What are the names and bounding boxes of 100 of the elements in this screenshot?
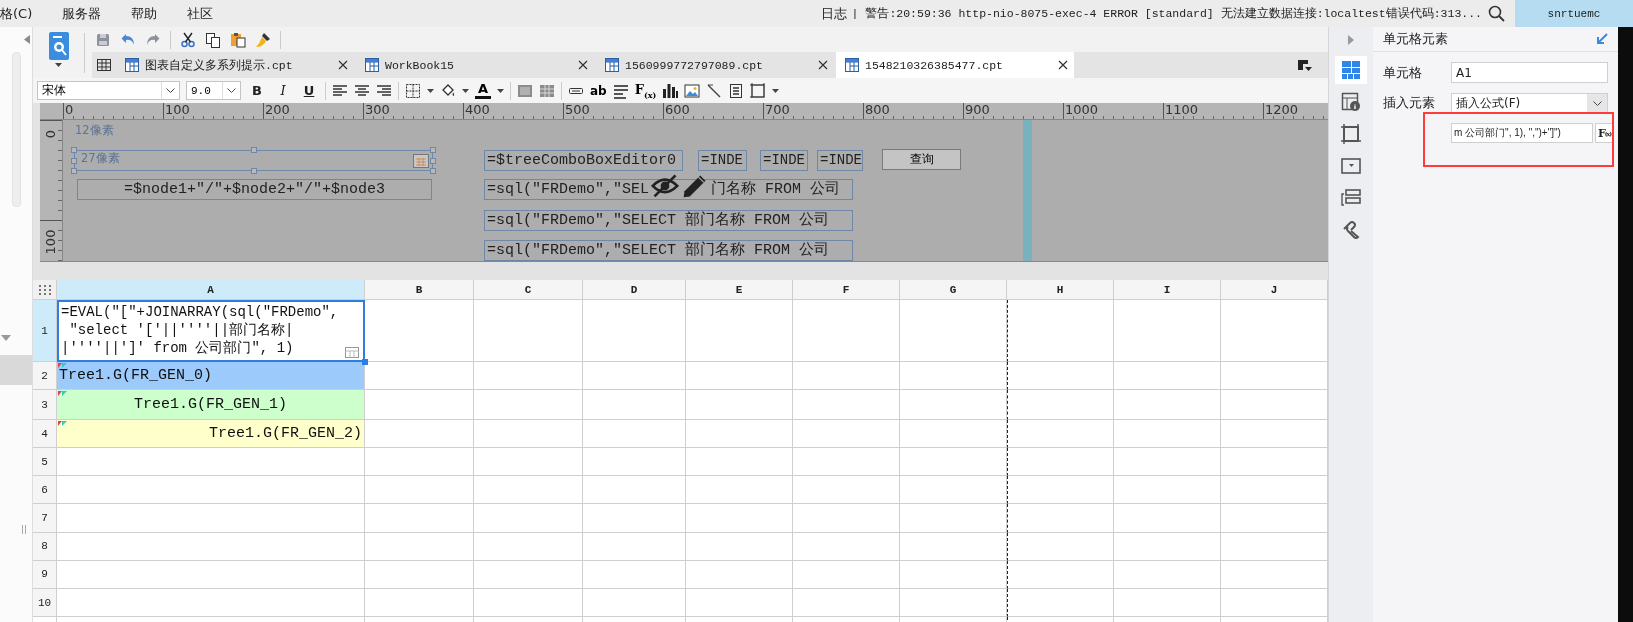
table-cell[interactable]: [1114, 588, 1221, 618]
close-icon[interactable]: [338, 60, 348, 70]
drag-grip-icon[interactable]: [22, 525, 26, 534]
font-size-dropdown[interactable]: 9.0: [186, 81, 241, 100]
table-cell[interactable]: [1007, 300, 1114, 362]
format-painter-icon[interactable]: [255, 31, 271, 48]
table-cell[interactable]: [583, 504, 686, 533]
table-cell[interactable]: [900, 504, 1007, 533]
tab-list-icon[interactable]: [1296, 57, 1312, 73]
table-cell[interactable]: [583, 300, 686, 362]
user-name[interactable]: snrtuemc: [1515, 0, 1633, 27]
query-button[interactable]: 查询: [882, 149, 961, 170]
table-cell[interactable]: [1114, 390, 1221, 420]
table-cell[interactable]: [900, 588, 1007, 618]
table-cell[interactable]: [900, 532, 1007, 561]
table-cell[interactable]: [1007, 390, 1114, 420]
table-cell[interactable]: [1114, 420, 1221, 448]
table-cell[interactable]: [474, 390, 583, 420]
table-cell[interactable]: Tree1.G(FR_GEN_2): [57, 420, 365, 448]
table-cell[interactable]: [1007, 362, 1114, 390]
column-header[interactable]: I: [1114, 280, 1221, 300]
panel-tab[interactable]: [1335, 56, 1367, 84]
align-center-icon[interactable]: [354, 82, 370, 99]
table-cell[interactable]: [583, 448, 686, 477]
apply-arrow-icon[interactable]: [1596, 33, 1608, 45]
table-cell[interactable]: [793, 476, 900, 505]
formula-widget[interactable]: =INDE: [760, 150, 808, 171]
caret-icon[interactable]: [772, 88, 780, 93]
table-cell[interactable]: [583, 532, 686, 561]
log-label[interactable]: 日志: [820, 4, 847, 23]
table-cell[interactable]: [365, 300, 474, 362]
row-header[interactable]: 9: [33, 560, 57, 589]
table-cell[interactable]: [365, 448, 474, 477]
table-cell[interactable]: Tree1.G(FR_GEN_0): [57, 362, 365, 390]
selection-handle[interactable]: [250, 168, 257, 174]
save-icon[interactable]: [95, 31, 111, 48]
bold-button[interactable]: B: [247, 81, 267, 100]
chevron-icon[interactable]: [1592, 100, 1602, 106]
table-cell[interactable]: [1114, 560, 1221, 589]
search-icon[interactable]: [1488, 5, 1505, 22]
table-cell[interactable]: [686, 362, 793, 390]
table-cell[interactable]: Tree1.G(FR_GEN_1): [57, 390, 365, 420]
chevron-icon[interactable]: [166, 88, 175, 93]
text-button[interactable]: ab: [590, 83, 607, 98]
selection-handle[interactable]: [250, 147, 257, 153]
table-cell[interactable]: [583, 390, 686, 420]
table-cell[interactable]: [686, 560, 793, 589]
table-cell[interactable]: [793, 390, 900, 420]
merge-cells-icon[interactable]: [517, 82, 533, 99]
table-cell[interactable]: [1007, 420, 1114, 448]
table-cell[interactable]: [57, 532, 365, 561]
table-cell[interactable]: [57, 560, 365, 589]
column-header[interactable]: J: [1221, 280, 1328, 300]
file-tab[interactable]: 1560999772797089.cpt: [596, 52, 834, 78]
formula-button[interactable]: F$_{(x)}$: [634, 81, 657, 100]
row-header[interactable]: 1: [33, 300, 57, 362]
formula-widget[interactable]: =INDE: [698, 150, 747, 171]
table-cell[interactable]: [1114, 300, 1221, 362]
column-header[interactable]: F: [793, 280, 900, 300]
table-cell[interactable]: [1114, 504, 1221, 533]
table-cell[interactable]: [474, 504, 583, 533]
table-cell[interactable]: [474, 476, 583, 505]
column-header[interactable]: D: [583, 280, 686, 300]
table-cell[interactable]: [1114, 448, 1221, 477]
table-cell[interactable]: [365, 420, 474, 448]
table-cell[interactable]: [365, 504, 474, 533]
table-cell[interactable]: [1007, 532, 1114, 561]
table-cell[interactable]: [793, 532, 900, 561]
row-header[interactable]: 10: [33, 588, 57, 618]
table-cell[interactable]: [900, 300, 1007, 362]
table-cell[interactable]: [365, 588, 474, 618]
close-icon[interactable]: [578, 60, 588, 70]
file-tab[interactable]: 1548210326385477.cpt: [836, 52, 1074, 78]
menu-item[interactable]: 格(C): [0, 4, 33, 23]
caret-icon[interactable]: [462, 88, 469, 93]
caret-icon[interactable]: [55, 63, 62, 67]
chevron-icon[interactable]: [227, 88, 236, 93]
column-header[interactable]: A: [57, 280, 365, 300]
menu-item[interactable]: 社区: [187, 4, 214, 23]
table-cell[interactable]: =EVAL("["+JOINARRAY(sql("FRDemo", "select '['||''''||部门名称| |''''||']' from 公司部门", 1): [57, 300, 365, 362]
bar-chart-icon[interactable]: [662, 82, 679, 99]
table-cell[interactable]: [900, 390, 1007, 420]
insert-type-dropdown[interactable]: 插入公式(F): [1451, 93, 1608, 113]
table-cell[interactable]: [793, 300, 900, 362]
column-header[interactable]: H: [1007, 280, 1114, 300]
table-cell[interactable]: [793, 362, 900, 390]
column-header[interactable]: B: [365, 280, 474, 300]
column-header[interactable]: C: [474, 280, 583, 300]
cell-name-field[interactable]: A1: [1451, 62, 1608, 83]
font-dropdown[interactable]: 宋体: [37, 81, 180, 100]
table-cell[interactable]: [793, 504, 900, 533]
table-cell[interactable]: [1007, 476, 1114, 505]
table-cell[interactable]: [900, 362, 1007, 390]
table-cell[interactable]: [474, 300, 583, 362]
table-cell[interactable]: [583, 588, 686, 618]
slash-icon[interactable]: [706, 82, 723, 99]
scroll-bar[interactable]: [12, 52, 21, 207]
table-cell[interactable]: [900, 448, 1007, 477]
table-cell[interactable]: [474, 588, 583, 618]
table-cell[interactable]: [686, 504, 793, 533]
